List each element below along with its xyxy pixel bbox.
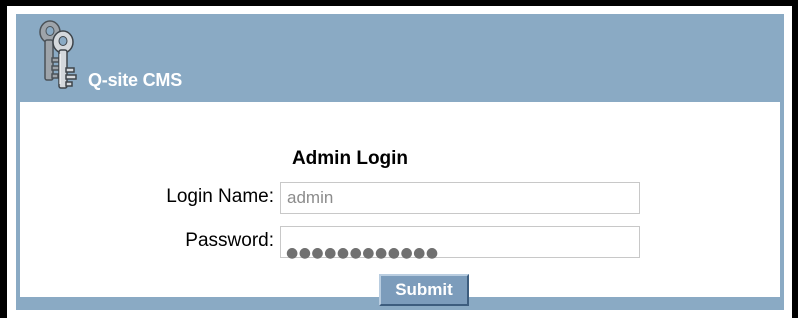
login-heading: Admin Login xyxy=(291,148,409,169)
window-frame: Q-site CMS Admin Login Login Name: Passw… xyxy=(0,0,798,318)
login-form: Admin Login Login Name: Password: ●●●●●●… xyxy=(20,102,780,306)
app-title: Q-site CMS xyxy=(88,70,183,90)
password-input[interactable] xyxy=(280,226,640,258)
cms-panel: Q-site CMS Admin Login Login Name: Passw… xyxy=(16,14,784,310)
login-name-input[interactable] xyxy=(280,182,640,214)
keys-icon xyxy=(30,18,86,94)
panel-header: Q-site CMS xyxy=(16,14,784,102)
login-name-label: Login Name: xyxy=(166,186,274,207)
submit-button[interactable]: Submit xyxy=(379,274,469,306)
password-label: Password: xyxy=(185,230,274,251)
